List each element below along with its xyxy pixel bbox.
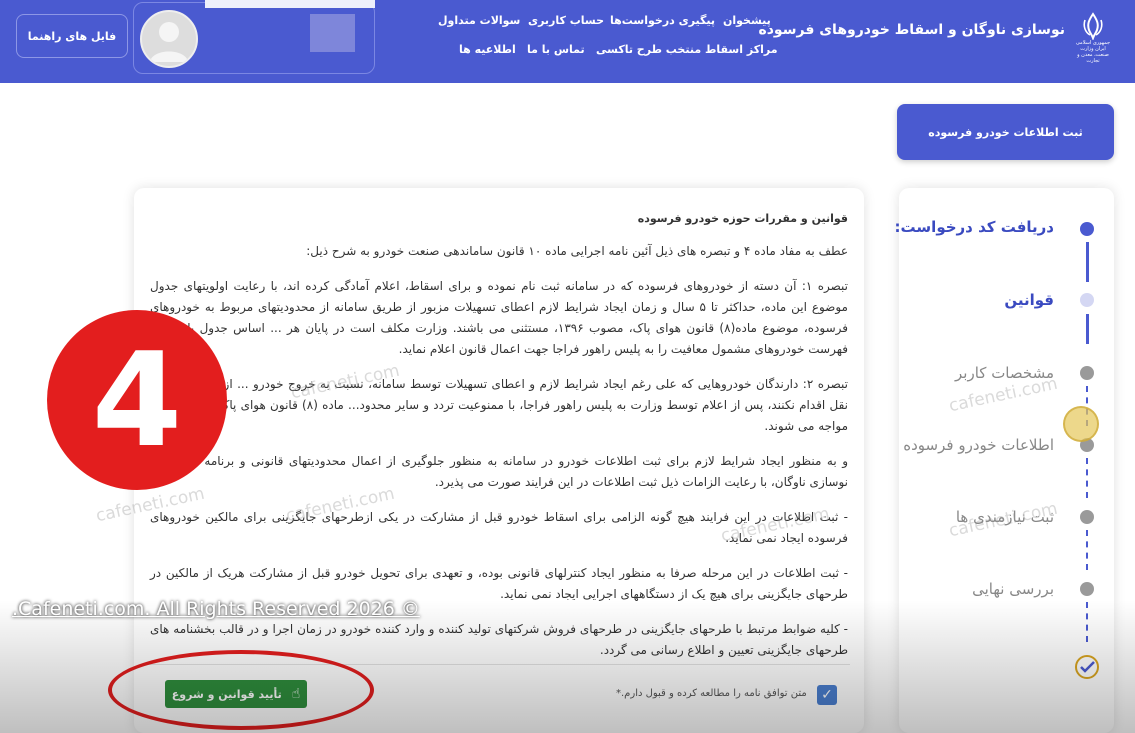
username-redacted [205,0,375,8]
register-vehicle-button[interactable]: ثبت اطلاعات خودرو فرسوده [897,104,1114,160]
step-rules: قوانین [1004,291,1054,309]
step-dot [1080,582,1094,596]
nav-dashboard[interactable]: پیشخوان [723,14,771,27]
emblem-logo: جمهوری اسلامی ایران وزارت صنعت، معدن و ت… [1073,12,1113,64]
step-dot-active [1080,222,1094,236]
nav-contact[interactable]: تماس با ما [527,43,585,56]
rules-paragraph: عطف به مفاد ماده ۴ و تبصره های ذیل آئین … [306,244,848,258]
rules-paragraph: و به منظور ایجاد شرایط لازم برای ثبت اطل… [150,454,848,489]
emblem-text: جمهوری اسلامی ایران وزارت صنعت، معدن و ت… [1075,40,1111,64]
rules-paragraph: تبصره ۱: آن دسته از خودروهای فرسوده که د… [150,279,849,356]
nav-announcements[interactable]: اطلاعیه ها [459,43,516,56]
guide-files-button[interactable]: فایل های راهنما [16,14,128,58]
rules-title: قوانین و مقررات حوزه خودرو فرسوده [637,212,848,225]
nav-faq[interactable]: سوالات متداول [438,14,520,27]
step-connector [1086,458,1088,498]
top-header: جمهوری اسلامی ایران وزارت صنعت، معدن و ت… [0,0,1135,83]
step-connector [1086,602,1088,642]
emblem-icon [1083,12,1103,40]
copyright-notice: .Cafeneti.com. All Rights Reserved 2026 … [12,598,420,620]
brand-title: نوسازی ناوگان و اسقاط خودروهای فرسوده [758,22,1065,38]
step-connector [1086,242,1089,282]
agree-checkbox[interactable]: ✓ [817,685,837,705]
avatar[interactable] [140,10,198,68]
highlight-ring [108,650,374,730]
rules-paragraph: تبصره ۲: دارندگان خودروهایی که علی رغم ا… [150,377,848,433]
steps-panel: دریافت کد درخواست: قوانین مشخصات کاربر ا… [895,188,1114,733]
step-number-badge: 4 [47,310,227,490]
checkmark-icon [1074,654,1100,680]
step-dot [1080,510,1094,524]
agree-label: متن توافق نامه را مطالعه کرده و قبول دار… [616,688,807,699]
step-vehicle-info: اطلاعات خودرو فرسوده [903,436,1054,454]
step-dot-current [1080,293,1094,307]
nav-taxi-centers[interactable]: مراکز اسقاط منتخب طرح تاکسی [596,43,778,56]
nav-user-account[interactable]: حساب کاربری [528,14,604,27]
step-request-code: دریافت کد درخواست: [894,218,1054,236]
step-connector [1086,314,1089,344]
username-redacted-block [310,14,355,52]
watermark-logo-icon [1063,406,1099,442]
nav-track-requests[interactable]: پیگیری درخواست‌ها [610,14,715,27]
step-connector [1086,530,1088,570]
step-dot [1080,366,1094,380]
step-final-review: بررسی نهایی [972,580,1054,598]
user-icon [150,22,188,62]
